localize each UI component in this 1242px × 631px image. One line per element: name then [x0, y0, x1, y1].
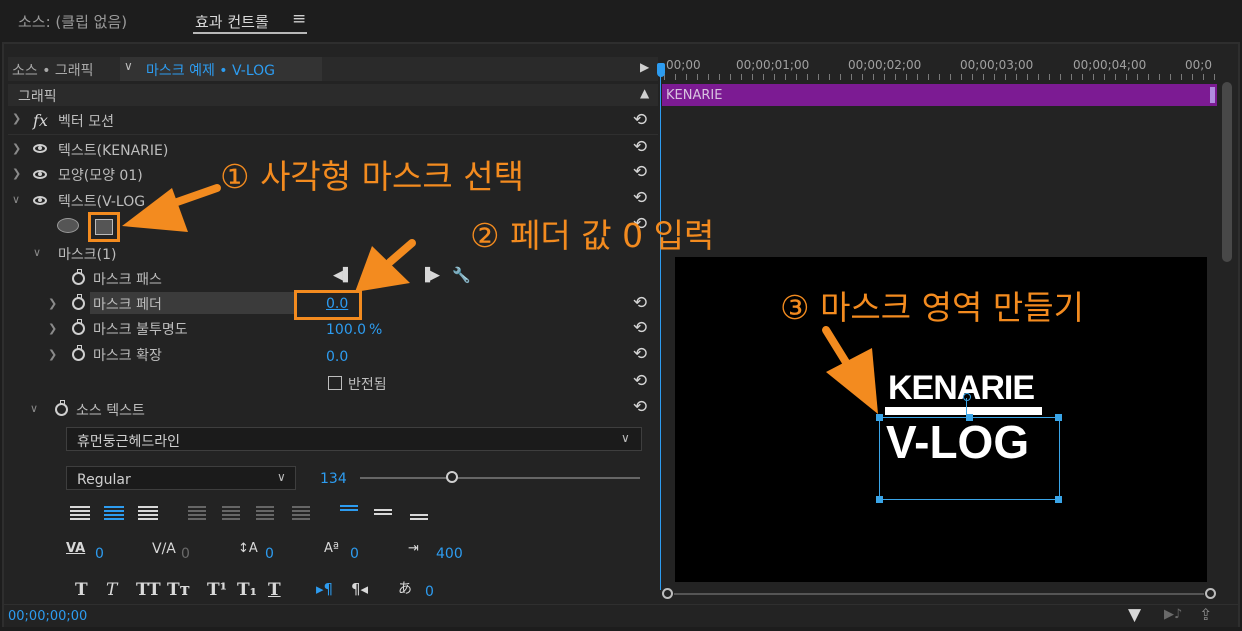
- arrow-to-feather-value: [355, 239, 416, 292]
- arrow-to-rectangle-tool: [122, 184, 221, 232]
- arrow-to-mask-area: [822, 326, 878, 414]
- annotation-arrows: [122, 184, 878, 414]
